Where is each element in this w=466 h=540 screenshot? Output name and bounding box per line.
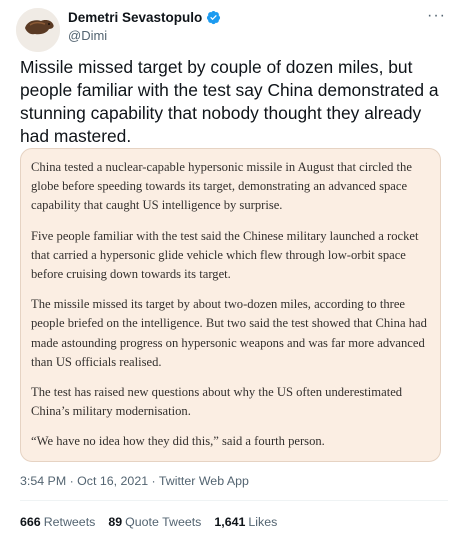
likes-label: Likes: [248, 515, 278, 529]
article-paragraph: The test has raised new questions about …: [31, 385, 403, 419]
retweets-label: Retweets: [43, 515, 96, 529]
bird-avatar-icon: [16, 8, 60, 52]
quotes-count: 89: [108, 515, 123, 529]
likes-count: 1,641: [214, 515, 246, 529]
tweet-text: Missile missed target by couple of dozen…: [20, 57, 439, 146]
author-display-name[interactable]: Demetri Sevastopulo: [68, 10, 202, 25]
author-name-row: Demetri Sevastopulo: [68, 10, 221, 25]
article-paragraph: “We have no idea how they did this,” sai…: [31, 434, 325, 449]
verified-badge-icon: [207, 10, 221, 25]
meta-separator: ·: [148, 474, 159, 488]
tweet-meta: 3:54 PM · Oct 16, 2021 · Twitter Web App: [20, 474, 249, 488]
quoted-article-image[interactable]: China tested a nuclear-capable hypersoni…: [20, 148, 441, 462]
divider: [20, 500, 448, 501]
tweet: Demetri Sevastopulo @Dimi ··· Missile mi…: [0, 0, 466, 540]
author-handle[interactable]: @Dimi: [68, 28, 107, 43]
tweet-timestamp[interactable]: 3:54 PM · Oct 16, 2021: [20, 474, 148, 488]
article-paragraph: The missile missed its target by about t…: [31, 297, 427, 369]
more-options-icon[interactable]: ···: [427, 8, 446, 24]
likes-stat[interactable]: 1,641 Likes: [214, 515, 277, 529]
quotes-label: Quote Tweets: [125, 515, 202, 529]
tweet-source[interactable]: Twitter Web App: [159, 474, 249, 488]
retweets-stat[interactable]: 666 Retweets: [20, 515, 95, 529]
author-avatar[interactable]: [16, 8, 60, 52]
retweets-count: 666: [20, 515, 41, 529]
tweet-stats: 666 Retweets 89 Quote Tweets 1,641 Likes: [20, 515, 277, 529]
quote-tweets-stat[interactable]: 89 Quote Tweets: [108, 515, 201, 529]
article-paragraph: China tested a nuclear-capable hypersoni…: [31, 160, 412, 213]
article-paragraph: Five people familiar with the test said …: [31, 228, 419, 282]
